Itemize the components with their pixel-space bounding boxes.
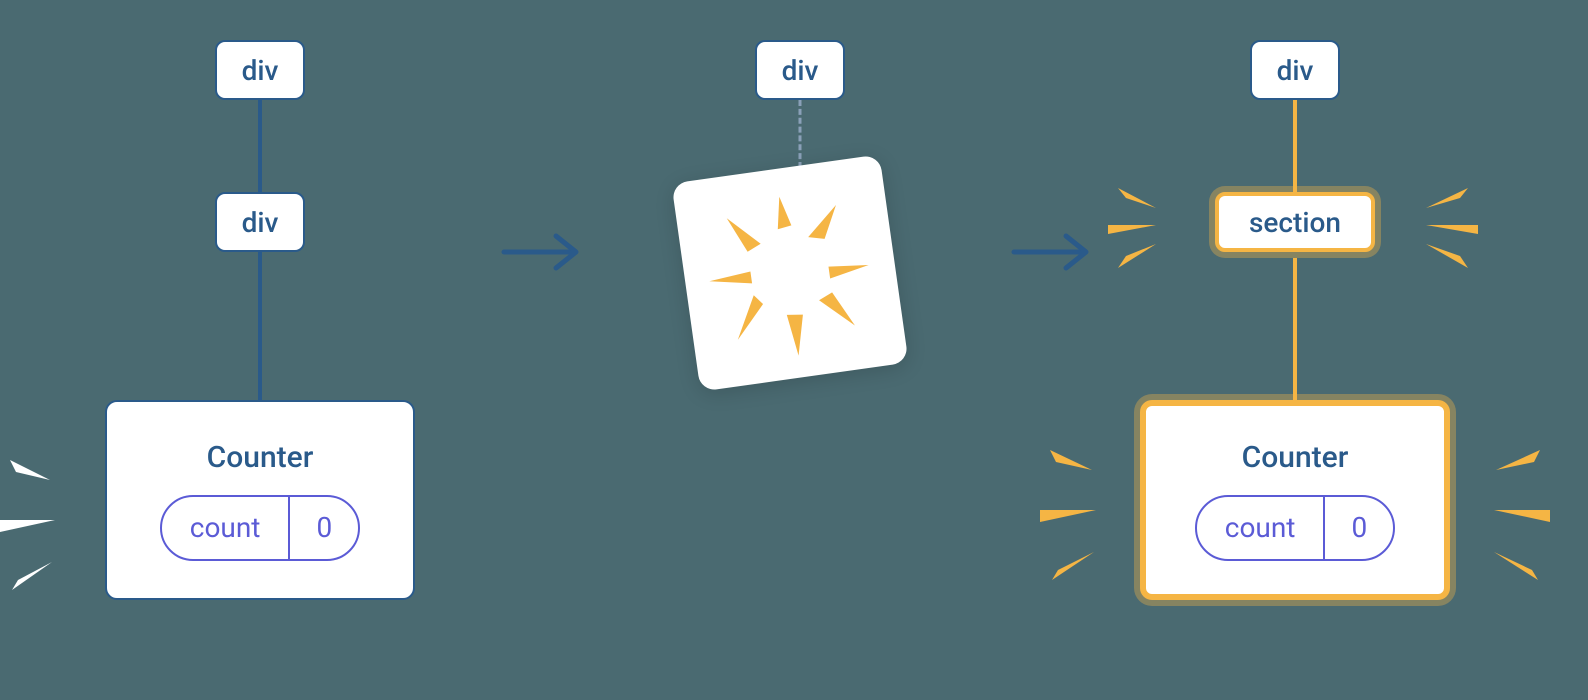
connector [258,100,262,192]
rays-white-icon [0,430,100,610]
node-div-root: div [755,40,845,100]
state-value: 0 [290,497,358,559]
counter-title: Counter [207,440,314,475]
rays-orange-icon [1040,420,1140,600]
connector-highlighted [1293,100,1297,192]
connector-dashed [799,100,802,168]
state-value: 0 [1325,497,1393,559]
node-div-root: div [215,40,305,100]
node-div-child: div [215,192,305,252]
connector-highlighted [1293,258,1297,400]
node-label: div [782,54,819,87]
counter-title: Counter [1242,440,1349,475]
rays-orange-icon [1450,420,1550,600]
tree-after: div section Counter c [1120,0,1480,700]
poof-effect [671,154,908,391]
node-section-highlighted: section [1215,192,1375,252]
state-badge: count 0 [160,495,360,561]
counter-component-highlighted: Counter count 0 [1140,400,1450,600]
state-label: count [1197,497,1326,559]
state-label: count [162,497,291,559]
connector [258,252,262,400]
burst-icon [683,166,898,381]
counter-component: Counter count 0 [105,400,415,600]
node-div-root: div [1250,40,1340,100]
node-label: div [242,54,279,87]
node-label: div [242,206,279,239]
state-badge: count 0 [1195,495,1395,561]
node-label: section [1249,206,1341,239]
tree-before: div div Counter count 0 [80,0,440,700]
tree-transition: div [630,0,970,700]
node-label: div [1277,54,1314,87]
arrow-right-icon [1010,230,1100,279]
arrow-right-icon [500,230,590,279]
